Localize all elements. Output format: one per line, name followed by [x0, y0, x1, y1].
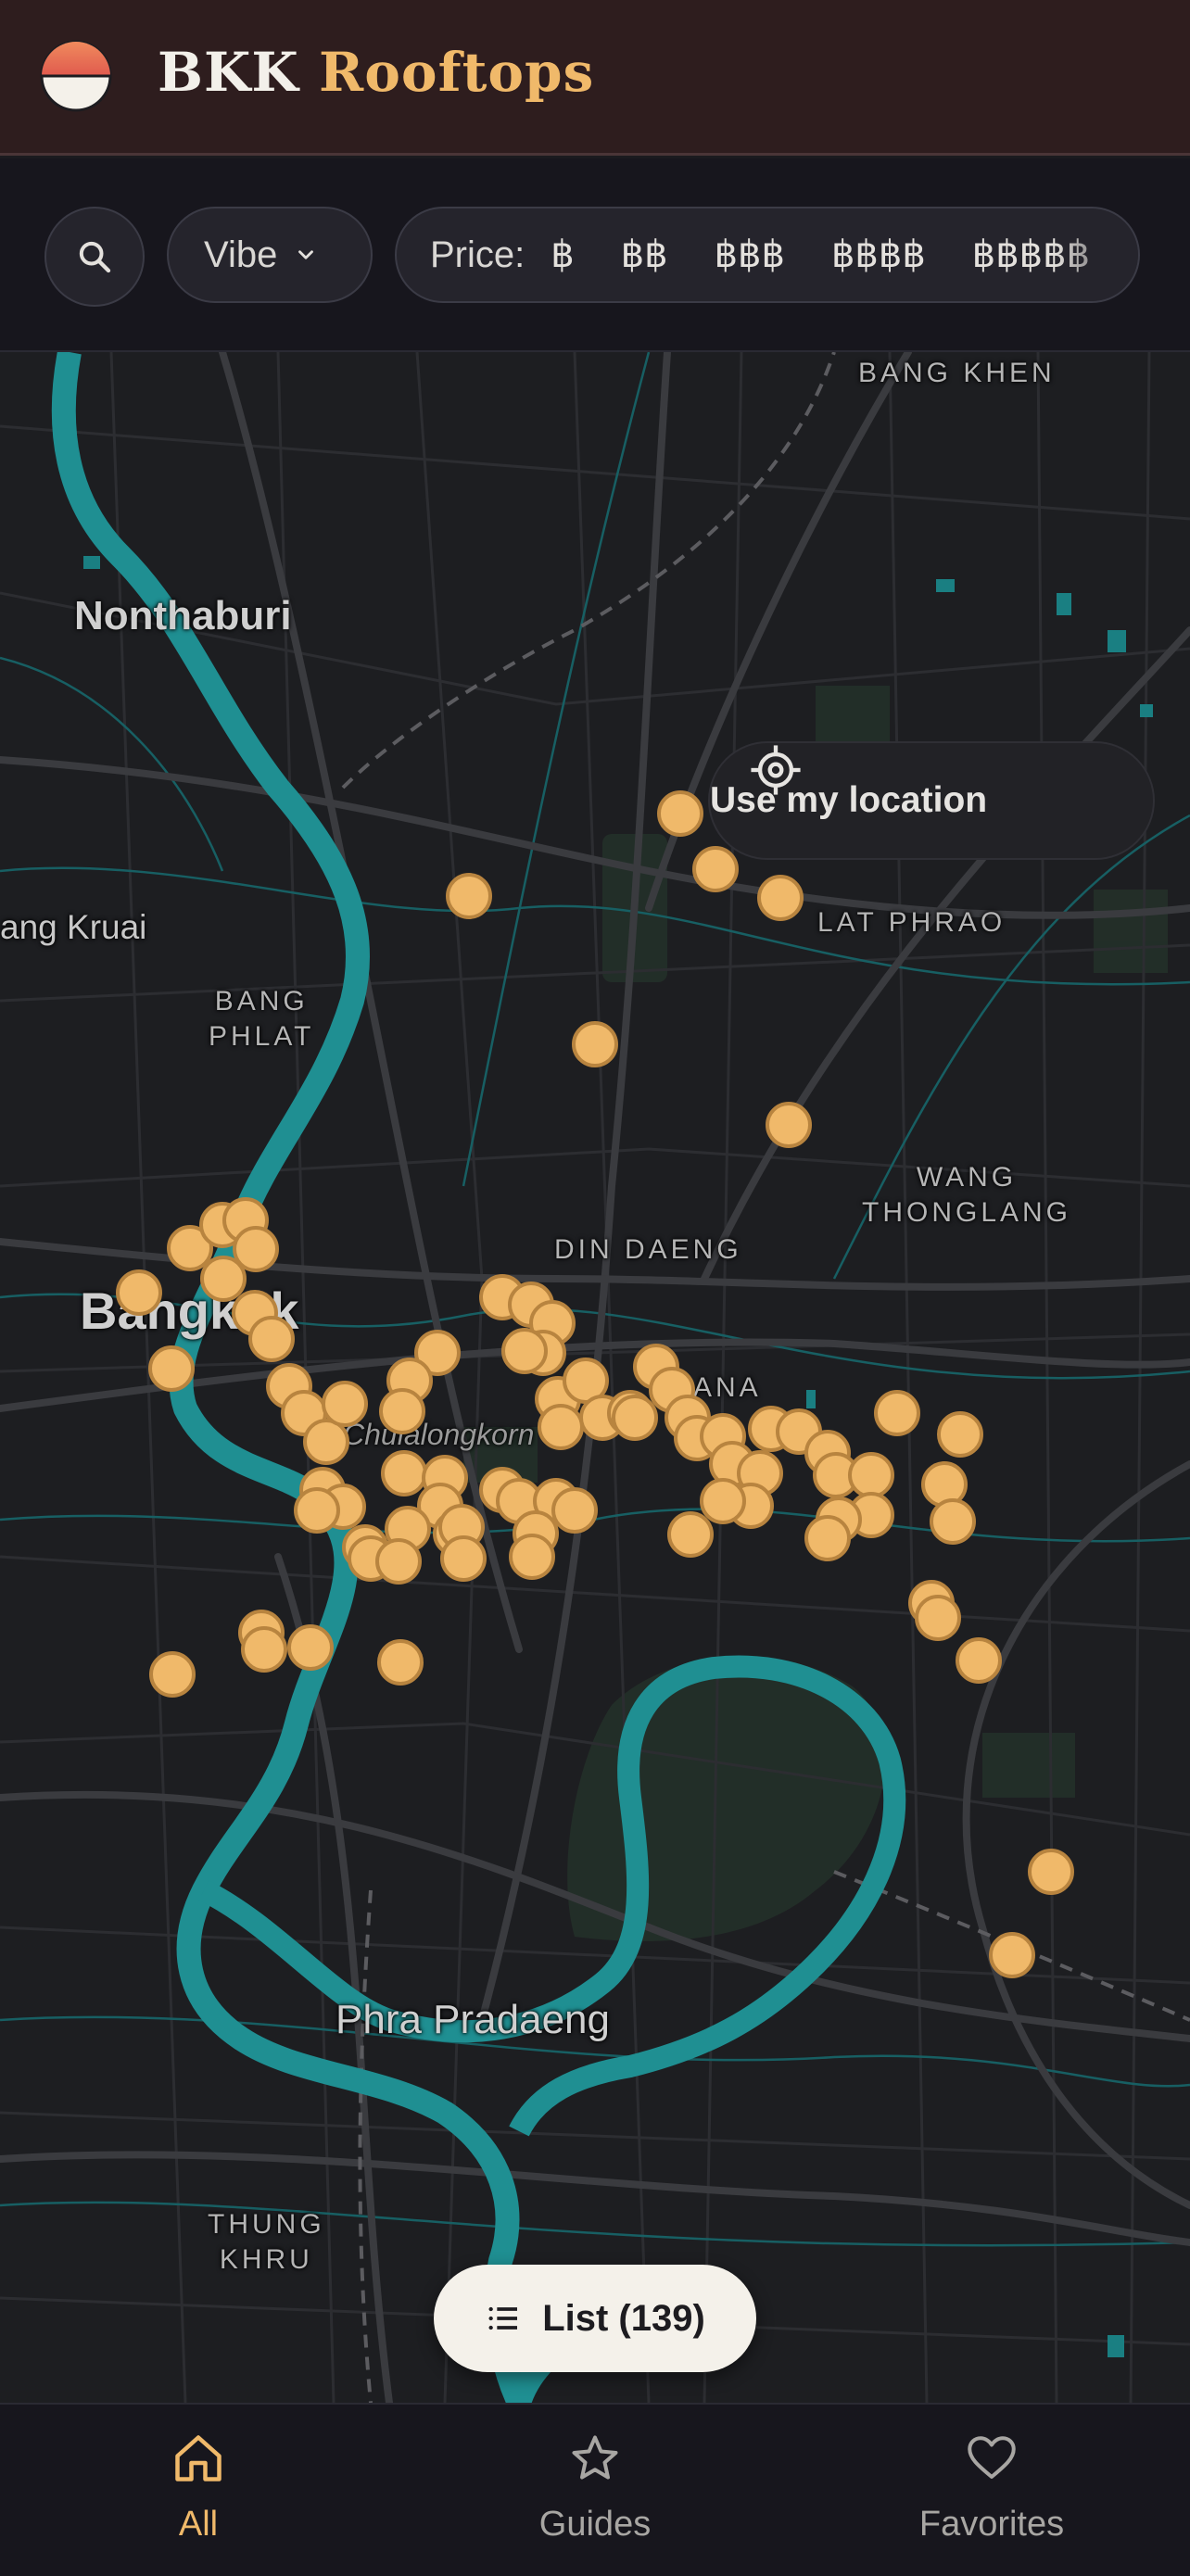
rooftop-marker[interactable]	[612, 1395, 658, 1441]
rooftop-marker[interactable]	[241, 1626, 287, 1673]
list-view-button[interactable]: List (139)	[434, 2265, 756, 2372]
use-my-location-button[interactable]: Use my location	[708, 741, 1155, 860]
vibe-dropdown[interactable]: Vibe	[167, 207, 373, 303]
filter-bar: Vibe Price: ฿ ฿฿ ฿฿฿ ฿฿฿฿ ฿฿฿฿฿	[0, 158, 1190, 352]
rooftop-marker[interactable]	[692, 846, 739, 892]
rooftop-marker[interactable]	[375, 1538, 422, 1585]
list-icon	[488, 2306, 518, 2330]
nav-favorites-label: Favorites	[918, 2505, 1065, 2544]
app-title: BKK Rooftops	[158, 41, 594, 104]
rooftop-marker[interactable]	[700, 1478, 746, 1524]
rooftop-marker[interactable]	[322, 1381, 368, 1427]
rooftop-marker[interactable]	[766, 1102, 812, 1148]
rooftop-marker[interactable]	[657, 790, 703, 837]
price-option-4[interactable]: ฿฿฿฿	[831, 234, 926, 276]
rooftop-marker[interactable]	[446, 873, 492, 919]
rooftop-marker[interactable]	[989, 1932, 1035, 1978]
price-option-1[interactable]: ฿	[551, 234, 574, 276]
heart-icon	[968, 2436, 1016, 2479]
search-button[interactable]	[44, 207, 145, 307]
rooftop-marker[interactable]	[667, 1511, 714, 1558]
nav-all[interactable]: All	[59, 2431, 337, 2544]
rooftop-marker[interactable]	[930, 1498, 976, 1545]
nav-guides[interactable]: Guides	[456, 2431, 734, 2544]
search-icon	[79, 241, 111, 273]
rooftop-marker[interactable]	[956, 1637, 1002, 1684]
rooftop-marker[interactable]	[200, 1256, 247, 1302]
rooftop-marker[interactable]	[149, 1651, 196, 1698]
rooftop-marker[interactable]	[116, 1269, 162, 1316]
brand-accent: Rooftops	[319, 41, 595, 104]
map-view[interactable]: Nonthaburi ang Kruai BANG PHLAT Bangkok …	[0, 352, 1190, 2403]
nav-guides-label: Guides	[538, 2505, 652, 2544]
rooftop-markers	[116, 790, 1074, 1978]
nav-all-label: All	[178, 2505, 219, 2544]
rooftop-marker[interactable]	[509, 1534, 555, 1580]
rooftop-marker[interactable]	[377, 1639, 424, 1686]
rooftop-marker[interactable]	[538, 1404, 584, 1450]
crosshair-icon	[751, 745, 801, 795]
vibe-label: Vibe	[204, 234, 278, 275]
rooftop-marker[interactable]	[248, 1316, 295, 1362]
home-icon	[175, 2435, 222, 2481]
list-view-label: List (139)	[542, 2297, 705, 2339]
bottom-nav: All Guides Favorites	[0, 2403, 1190, 2576]
rooftop-marker[interactable]	[874, 1390, 920, 1436]
price-option-2[interactable]: ฿฿	[621, 234, 668, 276]
rooftop-marker[interactable]	[551, 1487, 598, 1534]
rooftop-marker[interactable]	[572, 1021, 618, 1067]
price-label: Price:	[430, 234, 525, 275]
rooftop-marker[interactable]	[757, 875, 804, 921]
chevron-down-icon	[298, 250, 314, 259]
sunset-logo-icon[interactable]	[39, 39, 113, 113]
rooftop-marker[interactable]	[381, 1450, 427, 1496]
rooftop-marker[interactable]	[501, 1328, 548, 1374]
rooftop-marker[interactable]	[287, 1624, 334, 1671]
rooftop-marker[interactable]	[804, 1515, 851, 1561]
rooftop-marker[interactable]	[915, 1595, 961, 1641]
rooftop-marker[interactable]	[848, 1452, 894, 1498]
brand-primary: BKK	[158, 41, 299, 104]
rooftop-marker[interactable]	[440, 1535, 487, 1582]
nav-favorites[interactable]: Favorites	[853, 2431, 1131, 2544]
price-option-3[interactable]: ฿฿฿	[715, 234, 785, 276]
star-icon	[572, 2435, 618, 2480]
rooftop-marker[interactable]	[379, 1388, 425, 1434]
price-scroll-fade	[1055, 208, 1138, 301]
rooftop-marker[interactable]	[1028, 1849, 1074, 1895]
rooftop-marker[interactable]	[937, 1411, 983, 1458]
rooftop-marker[interactable]	[303, 1419, 349, 1465]
rooftop-marker[interactable]	[294, 1487, 340, 1534]
rooftop-marker[interactable]	[148, 1345, 195, 1392]
app-header: BKK Rooftops	[0, 0, 1190, 156]
price-filter: Price: ฿ ฿฿ ฿฿฿ ฿฿฿฿ ฿฿฿฿฿	[395, 207, 1140, 303]
